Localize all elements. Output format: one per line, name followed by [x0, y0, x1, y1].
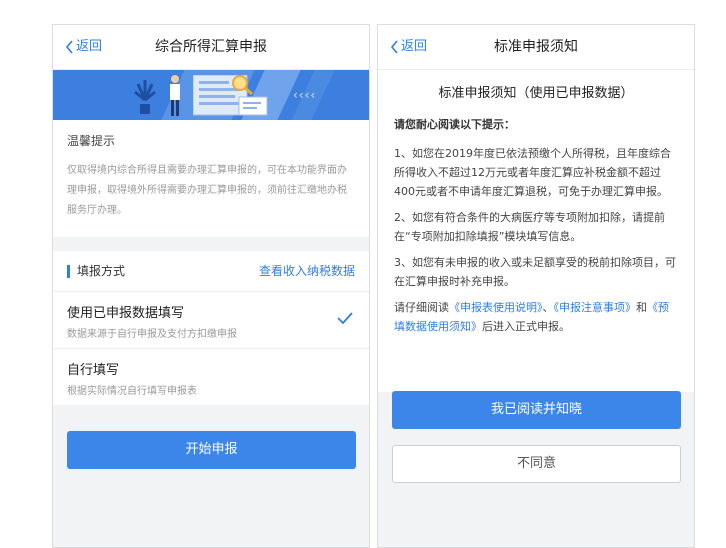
- section-accent-bar: [67, 265, 70, 278]
- para4-and: 和: [636, 301, 647, 314]
- left-back-label: 返回: [76, 39, 103, 54]
- banner-arrows: ‹‹‹‹: [293, 88, 317, 102]
- magnifier-icon: [232, 75, 253, 96]
- option-subtitle: 数据来源于自行申报及支付方扣缴申报: [67, 329, 237, 340]
- view-income-tax-data-link[interactable]: 查看收入纳税数据: [259, 251, 355, 291]
- plant-icon: [134, 80, 156, 114]
- option-title: 使用已申报数据填写: [67, 306, 185, 321]
- left-screen: 返回 综合所得汇算申报 ‹‹‹‹ 温馨提示 仅取得境内综合所得且需要办理汇算申报…: [52, 24, 370, 548]
- notice-paragraph-3: 3、如您有未申报的收入或未足额享受的税前扣除项目，可在汇算申报时补充申报。: [394, 256, 676, 288]
- notice-paragraph-4: 请仔细阅读《申报表使用说明》、《申报注意事项》和《预填数据使用须知》后进入正式申…: [394, 298, 678, 336]
- notice-paragraph-1: 1、如您在2019年度已依法预缴个人所得税，且年度综合所得收入不超过12万元或者…: [394, 147, 671, 198]
- option-subtitle: 根据实际情况自行填写申报表: [67, 386, 197, 397]
- declaration-notes-link[interactable]: 《申报注意事项》: [554, 301, 637, 314]
- chevron-left-icon: [390, 40, 398, 54]
- notice-subheading: 请您耐心阅读以下提示：: [394, 118, 515, 131]
- notice-paragraph-2: 2、如您有符合条件的大病医疗等专项附加扣除，请提前在“专项附加扣除填报”模块填写…: [394, 211, 665, 243]
- banner-illustration: ‹‹‹‹: [53, 70, 369, 120]
- para4-sep: 、: [542, 301, 554, 314]
- option-fill-manually[interactable]: 自行填写 根据实际情况自行填写申报表: [53, 349, 369, 405]
- form-instructions-link[interactable]: 《申报表使用说明》: [449, 301, 543, 314]
- notice-content: 标准申报须知（使用已申报数据） 请您耐心阅读以下提示： 1、如您在2019年度已…: [378, 70, 694, 392]
- fill-method-header: 填报方式 查看收入纳税数据: [53, 251, 369, 292]
- right-nav-bar: 返回 标准申报须知: [378, 25, 694, 70]
- left-nav-bar: 返回 综合所得汇算申报: [53, 25, 369, 70]
- right-back-button[interactable]: 返回: [390, 25, 427, 69]
- option-use-declared-data[interactable]: 使用已申报数据填写 数据来源于自行申报及支付方扣缴申报: [53, 292, 369, 349]
- chevron-left-icon: [65, 40, 73, 54]
- tips-card: 温馨提示 仅取得境内综合所得且需要办理汇算申报的，可在本功能界面办理申报，取得境…: [53, 120, 369, 237]
- checkmark-icon: [337, 312, 353, 324]
- para4-prefix: 请仔细阅读: [394, 301, 449, 314]
- disagree-button[interactable]: 不同意: [392, 445, 681, 483]
- start-declaration-button[interactable]: 开始申报: [67, 431, 356, 469]
- agree-button[interactable]: 我已阅读并知晓: [392, 391, 681, 429]
- person-icon: [170, 75, 180, 116]
- left-back-button[interactable]: 返回: [65, 25, 102, 69]
- right-back-label: 返回: [401, 39, 428, 54]
- para4-suffix: 后进入正式申报。: [482, 320, 570, 333]
- tips-text: 仅取得境内综合所得且需要办理汇算申报的，可在本功能界面办理申报，取得境外所得需要…: [67, 165, 347, 216]
- tips-title: 温馨提示: [67, 134, 116, 148]
- fill-method-title: 填报方式: [77, 264, 126, 278]
- fill-method-card: 填报方式 查看收入纳税数据 使用已申报数据填写 数据来源于自行申报及支付方扣缴申…: [53, 251, 369, 405]
- option-title: 自行填写: [67, 363, 120, 378]
- right-screen: 返回 标准申报须知 标准申报须知（使用已申报数据） 请您耐心阅读以下提示： 1、…: [377, 24, 695, 548]
- notice-heading: 标准申报须知（使用已申报数据）: [438, 86, 634, 101]
